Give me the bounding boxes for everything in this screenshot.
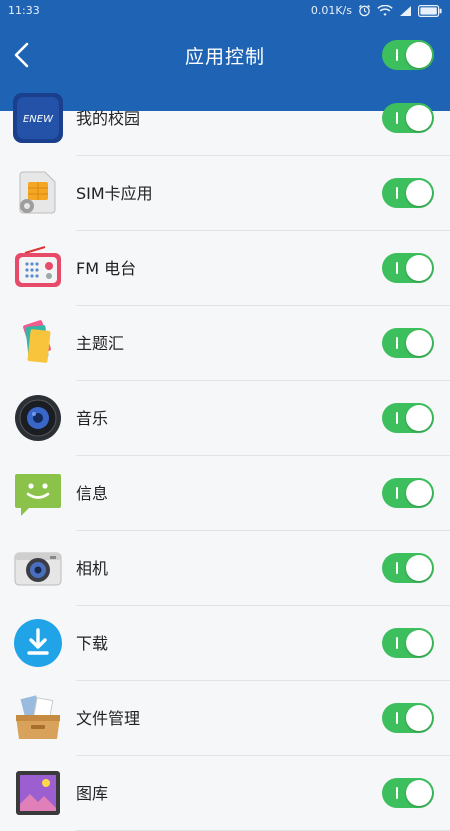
- file-box-icon: [13, 693, 63, 743]
- list-item: 图库: [0, 756, 450, 831]
- network-speed: 0.01K/s: [310, 4, 352, 17]
- wifi-icon: [377, 4, 393, 16]
- message-smiley-icon: [13, 468, 63, 518]
- enew-logo-icon: ENEW: [13, 93, 63, 143]
- list-item: FM 电台: [0, 231, 450, 306]
- app-label: 下载: [76, 634, 109, 653]
- alarm-icon: [358, 4, 371, 17]
- master-toggle[interactable]: [382, 40, 434, 70]
- toggle-switch[interactable]: [382, 478, 434, 508]
- radio-icon: [13, 243, 63, 293]
- list-item: 主题汇: [0, 306, 450, 381]
- signal-icon: [400, 5, 411, 16]
- app-label: 我的校园: [76, 109, 141, 128]
- list-item: SIM卡应用: [0, 156, 450, 231]
- status-time: 11:33: [8, 4, 40, 17]
- app-label: SIM卡应用: [76, 184, 153, 203]
- status-icons: 0.01K/s: [311, 4, 442, 17]
- list-item: 文件管理: [0, 681, 450, 756]
- list-item: 信息: [0, 456, 450, 531]
- app-label: 文件管理: [76, 709, 141, 728]
- list-item: 相机: [0, 531, 450, 606]
- app-label: 图库: [76, 784, 109, 803]
- gallery-icon: [13, 768, 63, 818]
- list-item: 音乐: [0, 381, 450, 456]
- battery-icon: [418, 4, 442, 17]
- theme-cards-icon: [13, 318, 63, 368]
- status-bar: 11:33 0.01K/s: [0, 0, 450, 26]
- list-item: ENEW 我的校园: [0, 81, 450, 156]
- app-label: 信息: [76, 484, 109, 503]
- app-label: 主题汇: [76, 334, 125, 353]
- download-icon: [13, 618, 63, 668]
- app-list: ENEW 我的校园 SIM卡应用 FM 电台 主题汇 音乐 信息 相机 下载 文…: [0, 81, 450, 831]
- app-label: 音乐: [76, 409, 109, 428]
- toggle-switch[interactable]: [382, 703, 434, 733]
- toggle-switch[interactable]: [382, 178, 434, 208]
- toggle-switch[interactable]: [382, 553, 434, 583]
- toggle-switch[interactable]: [382, 253, 434, 283]
- toggle-switch[interactable]: [382, 628, 434, 658]
- camera-icon: [13, 543, 63, 593]
- app-label: FM 电台: [76, 259, 137, 278]
- toggle-switch[interactable]: [382, 328, 434, 358]
- list-item: 下载: [0, 606, 450, 681]
- sim-card-icon: [13, 168, 63, 218]
- toggle-switch[interactable]: [382, 778, 434, 808]
- toggle-switch[interactable]: [382, 403, 434, 433]
- toggle-switch[interactable]: [382, 103, 434, 133]
- svg-text:ENEW: ENEW: [23, 114, 54, 125]
- speaker-icon: [13, 393, 63, 443]
- app-label: 相机: [76, 559, 109, 578]
